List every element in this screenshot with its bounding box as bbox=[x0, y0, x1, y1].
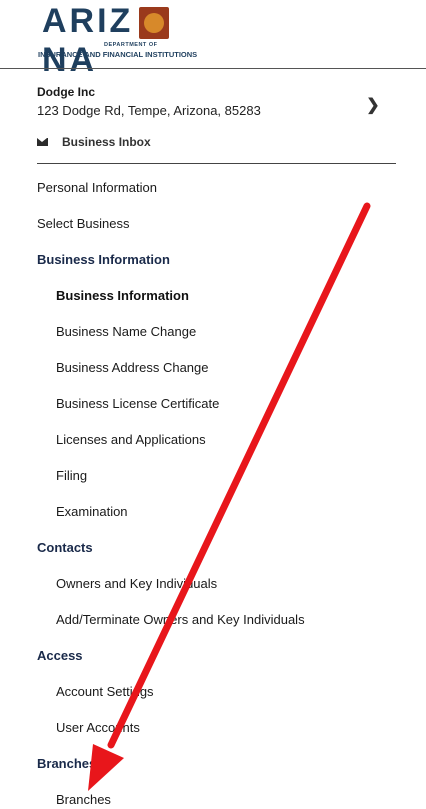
nav-licenses-and-applications[interactable]: Licenses and Applications bbox=[56, 431, 206, 449]
business-name: Dodge Inc bbox=[37, 85, 96, 99]
nav-business-name-change[interactable]: Business Name Change bbox=[56, 323, 196, 341]
nav-user-accounts[interactable]: User Accounts bbox=[56, 719, 140, 737]
nav-filing[interactable]: Filing bbox=[56, 467, 87, 485]
nav-section-branches[interactable]: Branches bbox=[37, 755, 96, 773]
nav-section-business-information[interactable]: Business Information bbox=[37, 251, 170, 269]
nav-business-license-certificate[interactable]: Business License Certificate bbox=[56, 395, 219, 413]
header-divider bbox=[0, 68, 426, 69]
chevron-right-icon[interactable]: ❯ bbox=[364, 97, 382, 115]
nav-business-address-change[interactable]: Business Address Change bbox=[56, 359, 208, 377]
nav-section-contacts[interactable]: Contacts bbox=[37, 539, 93, 557]
nav-business-information[interactable]: Business Information bbox=[56, 287, 189, 305]
arizona-seal-icon bbox=[139, 7, 169, 39]
envelope-icon bbox=[37, 138, 48, 146]
logo-subtitle-top: DEPARTMENT OF bbox=[104, 42, 158, 48]
nav-owners-and-key-individuals[interactable]: Owners and Key Individuals bbox=[56, 575, 217, 593]
nav-select-business[interactable]: Select Business bbox=[37, 215, 130, 233]
nav-examination[interactable]: Examination bbox=[56, 503, 128, 521]
nav-personal-information[interactable]: Personal Information bbox=[37, 179, 157, 197]
nav-branches[interactable]: Branches bbox=[56, 791, 111, 809]
section-divider bbox=[37, 163, 396, 164]
logo-subtitle-bottom: INSURANCE AND FINANCIAL INSTITUTIONS bbox=[38, 50, 198, 59]
arizona-difi-logo[interactable]: ARIZNA DEPARTMENT OF INSURANCE AND FINAN… bbox=[38, 2, 218, 79]
business-inbox-label: Business Inbox bbox=[62, 135, 151, 149]
business-address: 123 Dodge Rd, Tempe, Arizona, 85283 bbox=[37, 103, 261, 118]
nav-account-settings[interactable]: Account Settings bbox=[56, 683, 154, 701]
nav-add-terminate-owners[interactable]: Add/Terminate Owners and Key Individuals bbox=[56, 611, 305, 629]
nav-section-access[interactable]: Access bbox=[37, 647, 83, 665]
business-inbox-link[interactable]: Business Inbox bbox=[37, 133, 151, 151]
